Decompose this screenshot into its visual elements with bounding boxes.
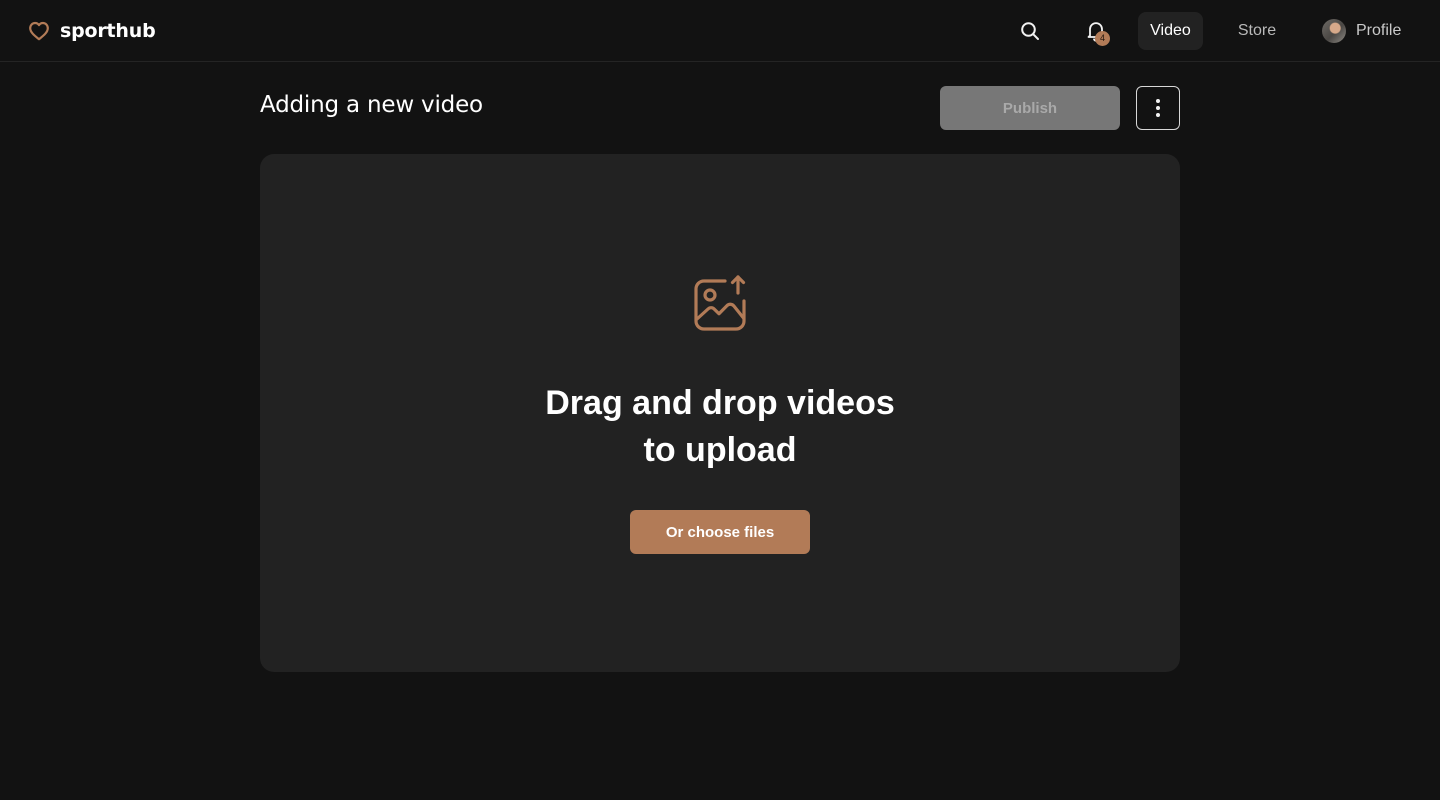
heart-icon: [29, 21, 49, 41]
vertical-dots-icon: [1156, 99, 1160, 117]
page-title: Adding a new video: [260, 92, 483, 118]
notification-count-badge: 4: [1095, 31, 1110, 46]
search-icon: [1021, 22, 1039, 40]
tab-store[interactable]: Store: [1226, 12, 1288, 50]
dropzone-title: Drag and drop videos to upload: [260, 380, 1180, 474]
top-navigation: sporthub 4 Video Store Profile: [0, 0, 1440, 62]
profile-label: Profile: [1356, 22, 1402, 39]
profile-link[interactable]: Profile: [1322, 18, 1401, 44]
search-button[interactable]: [1015, 16, 1045, 46]
notifications-button[interactable]: 4: [1079, 14, 1113, 48]
dropzone-title-line-1: Drag and drop videos: [545, 384, 895, 422]
dropzone-title-line-2: to upload: [643, 431, 797, 469]
brand-name: sporthub: [60, 20, 156, 42]
video-dropzone[interactable]: Drag and drop videos to upload Or choose…: [260, 154, 1180, 672]
image-upload-icon: [694, 275, 746, 331]
tab-video[interactable]: Video: [1138, 12, 1203, 50]
publish-button[interactable]: Publish: [940, 86, 1120, 130]
user-avatar: [1322, 19, 1346, 43]
more-options-button[interactable]: [1136, 86, 1180, 130]
choose-files-button[interactable]: Or choose files: [630, 510, 810, 554]
brand-home-link[interactable]: sporthub: [28, 19, 156, 43]
